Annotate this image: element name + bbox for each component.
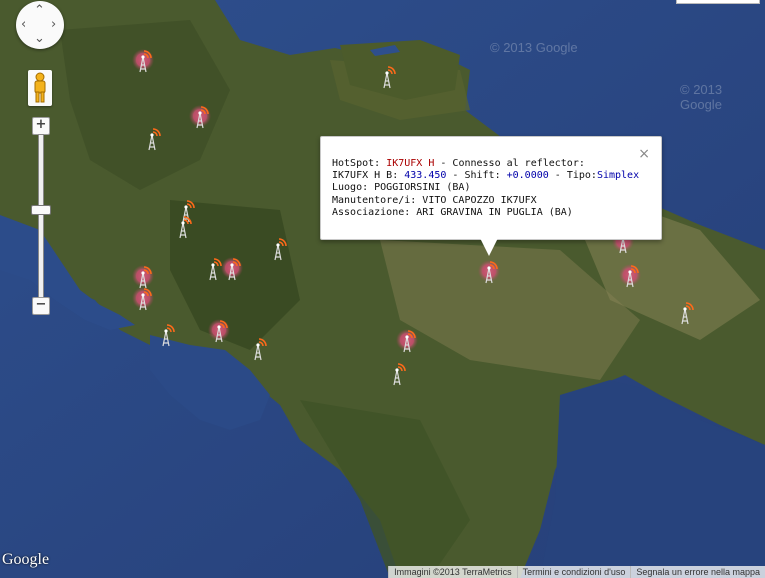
pan-control[interactable]: ⌃ ⌄ ‹ › (16, 1, 64, 49)
antenna-icon (208, 319, 230, 343)
frequency-line: IK7UFX H B: 433.450 - Shift: +0.0000 - T… (332, 170, 640, 182)
terms-link[interactable]: Termini e condizioni d'uso (516, 566, 631, 578)
hotspot-line: HotSpot: IK7UFX H - Connesso al reflecto… (332, 158, 585, 169)
callsign: IK7UFX H (386, 158, 435, 169)
antenna-icon (383, 66, 396, 89)
associazione-line: Associazione: ARI GRAVINA IN PUGLIA (BA) (332, 206, 573, 218)
street-view-pegman[interactable] (28, 70, 52, 106)
antenna-icon (132, 287, 154, 311)
map-watermark: © 2013 Google (680, 82, 723, 112)
antenna-icon (396, 329, 418, 353)
antenna-icon (209, 258, 222, 281)
active-repeater-marker[interactable] (131, 48, 155, 76)
active-repeater-marker[interactable] (395, 328, 419, 356)
info-window: × HotSpot: IK7UFX H - Connesso al reflec… (320, 136, 662, 256)
repeater-marker[interactable] (375, 64, 399, 92)
repeater-marker[interactable] (673, 300, 697, 328)
map-footer: Immagini ©2013 TerraMetrics Termini e co… (388, 566, 765, 578)
antenna-icon (132, 49, 154, 73)
repeater-marker[interactable] (201, 256, 225, 284)
active-repeater-marker[interactable] (477, 259, 501, 287)
info-window-content: HotSpot: IK7UFX H - Connesso al reflecto… (332, 158, 639, 219)
antenna-icon (189, 105, 211, 129)
pegman-icon (34, 72, 46, 103)
antenna-icon (619, 264, 641, 288)
antenna-icon (254, 338, 267, 361)
antenna-icon (148, 128, 161, 151)
pan-down-icon[interactable]: ⌄ (34, 32, 45, 45)
google-logo[interactable]: Google (2, 551, 49, 569)
repeater-marker[interactable] (171, 214, 195, 242)
close-icon[interactable]: × (638, 146, 650, 162)
pan-right-icon[interactable]: › (51, 18, 56, 31)
zoom-in-button[interactable]: + (32, 117, 50, 135)
active-repeater-marker[interactable] (131, 286, 155, 314)
frequency-value: 433.450 (404, 170, 447, 182)
zoom-out-button[interactable]: − (32, 297, 50, 315)
pan-left-icon[interactable]: ‹ (21, 18, 26, 31)
top-right-control[interactable] (676, 0, 760, 4)
repeater-marker[interactable] (140, 126, 164, 154)
active-repeater-marker[interactable] (207, 318, 231, 346)
luogo-line: Luogo: POGGIORSINI (BA) (332, 182, 471, 194)
repeater-marker[interactable] (385, 361, 409, 389)
antenna-icon (681, 302, 694, 325)
repeater-marker[interactable] (154, 322, 178, 350)
repeater-marker[interactable] (246, 336, 270, 364)
antenna-icon (478, 260, 500, 284)
antenna-icon (274, 238, 287, 261)
tipo-value: Simplex (596, 170, 640, 182)
info-window-pointer (480, 238, 498, 256)
zoom-slider-handle[interactable] (31, 204, 51, 215)
antenna-icon (179, 216, 192, 239)
repeater-marker[interactable] (266, 236, 290, 264)
antenna-icon (393, 363, 406, 386)
map-canvas[interactable]: © 2013 Google © 2013 Google ⌃ ⌄ ‹ › + − … (0, 0, 765, 578)
imagery-credit: Immagini ©2013 TerraMetrics (388, 566, 517, 578)
report-error-link[interactable]: Segnala un errore nella mappa (630, 566, 765, 578)
pan-up-icon[interactable]: ⌃ (34, 4, 45, 17)
antenna-icon (162, 324, 175, 347)
active-repeater-marker[interactable] (188, 104, 212, 132)
active-repeater-marker[interactable] (618, 263, 642, 291)
manutentore-line: Manutentore/i: VITO CAPOZZO IK7UFX (332, 194, 537, 206)
shift-value: +0.0000 (506, 170, 549, 182)
zoom-slider-track[interactable] (38, 134, 44, 298)
map-watermark: © 2013 Google (490, 40, 578, 55)
